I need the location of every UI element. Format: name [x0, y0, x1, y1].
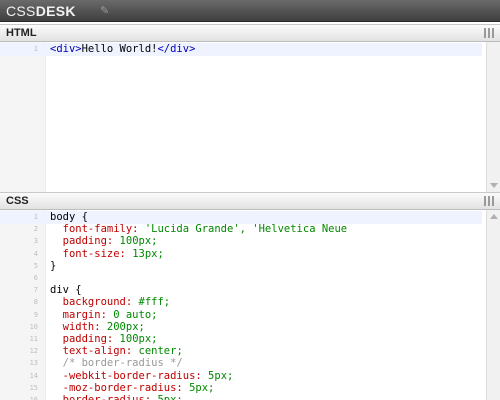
code-token: /* border-radius */ — [50, 357, 183, 370]
code-text: margin: 0 auto; — [50, 308, 158, 322]
code-line[interactable]: 9 margin: 0 auto; — [0, 309, 482, 322]
line-number: 16 — [29, 396, 38, 400]
brand-desk-text: DESK — [35, 3, 76, 19]
code-line[interactable]: 1 <div>Hello World!</div> — [0, 43, 482, 56]
code-token: Hello World! — [81, 43, 158, 55]
code-token: font-family: — [50, 223, 145, 236]
line-number: 2 — [33, 225, 38, 234]
code-token: 200px; — [106, 320, 145, 333]
code-line[interactable]: 12 text-align: center; — [0, 345, 482, 358]
code-line[interactable]: 5} — [0, 260, 482, 273]
code-token: border-radius: — [50, 394, 158, 400]
line-number: 1 — [33, 45, 38, 53]
code-text: font-size: 13px; — [50, 248, 164, 261]
line-number: 15 — [29, 383, 38, 392]
line-number: 3 — [33, 237, 38, 246]
code-token: padding: — [50, 333, 120, 345]
code-text: background: #fff; — [50, 296, 170, 309]
code-text: font-family: 'Lucida Grande', 'Helvetica… — [50, 223, 347, 236]
code-line[interactable]: 7 div { — [0, 284, 482, 297]
code-token: 100px; — [119, 333, 158, 345]
line-number: 7 — [33, 286, 38, 295]
code-token: 'Lucida Grande', 'Helvetica Neue — [144, 223, 348, 236]
app-top-bar: CSSDESK ✎ — [0, 0, 500, 22]
code-token: center; — [138, 345, 183, 358]
code-text: } — [50, 260, 56, 273]
css-panel-header: CSS — [0, 192, 500, 210]
code-token: 5px; — [189, 381, 215, 394]
line-number: 12 — [29, 347, 38, 356]
code-text: body { — [50, 211, 88, 224]
pencil-icon: ✎ — [100, 4, 110, 17]
code-token: width: — [50, 320, 107, 333]
code-text: div { — [50, 284, 82, 297]
line-number: 4 — [33, 249, 38, 258]
code-line[interactable]: 2 font-family: 'Lucida Grande', 'Helveti… — [0, 223, 482, 236]
panel-resize-grip-icon[interactable] — [484, 196, 494, 206]
code-line[interactable]: 8 background: #fff; — [0, 296, 482, 309]
code-line[interactable]: 13 /* border-radius */ — [0, 357, 482, 370]
css-editor[interactable]: 1 body {2 font-family: 'Lucida Grande', '… — [0, 210, 500, 400]
code-token: body { — [50, 211, 88, 223]
line-number: 13 — [29, 359, 38, 368]
code-token: -webkit-border-radius: — [50, 369, 209, 382]
code-token: </div> — [157, 43, 196, 55]
code-line[interactable]: 1 body { — [0, 211, 482, 224]
code-text: border-radius: 5px; — [50, 394, 183, 400]
line-number: 14 — [29, 371, 38, 380]
css-panel-title: CSS — [6, 195, 29, 207]
code-text: padding: 100px; — [50, 333, 158, 346]
scroll-up-arrow-icon[interactable] — [490, 214, 498, 219]
code-line[interactable]: 16 border-radius: 5px; — [0, 394, 482, 400]
line-number: 5 — [33, 261, 38, 270]
code-token: background: — [50, 296, 139, 309]
css-editor-scrollbar[interactable] — [486, 210, 500, 400]
code-token: text-align: — [50, 345, 139, 358]
code-text: -webkit-border-radius: 5px; — [50, 369, 234, 383]
code-token: #fff; — [138, 296, 171, 309]
code-line[interactable]: 4 font-size: 13px; — [0, 248, 482, 261]
code-line[interactable]: 14 -webkit-border-radius: 5px; — [0, 370, 482, 383]
code-text: -moz-border-radius: 5px; — [50, 381, 215, 395]
code-token: } — [50, 259, 57, 272]
code-text: <div>Hello World!</div> — [50, 43, 195, 56]
brand-css-text: CSS — [6, 3, 36, 19]
code-text: width: 200px; — [50, 321, 145, 334]
code-token: margin: — [50, 308, 114, 321]
scroll-down-arrow-icon[interactable] — [490, 183, 498, 188]
html-editor[interactable]: 1 <div>Hello World!</div> — [0, 42, 500, 192]
code-token: div { — [50, 284, 82, 297]
code-token: <div> — [50, 43, 82, 55]
code-text: /* border-radius */ — [50, 357, 183, 370]
code-text: padding: 100px; — [50, 235, 158, 248]
html-editor-scrollbar[interactable] — [486, 42, 500, 192]
line-number-gutter — [0, 42, 46, 192]
code-token: font-size: — [50, 247, 133, 260]
code-line[interactable]: 10 width: 200px; — [0, 321, 482, 334]
line-number: 10 — [29, 322, 38, 331]
panel-resize-grip-icon[interactable] — [484, 28, 494, 38]
code-token: 13px; — [132, 247, 164, 260]
code-line[interactable]: 3 padding: 100px; — [0, 235, 482, 248]
app-logo[interactable]: CSSDESK — [6, 3, 76, 19]
code-token: 5px; — [208, 369, 234, 382]
code-token: 100px; — [119, 235, 158, 248]
html-panel-title: HTML — [6, 27, 37, 39]
code-line[interactable]: 6 — [0, 272, 482, 285]
line-number: 6 — [33, 274, 38, 282]
code-text: text-align: center; — [50, 345, 183, 358]
code-token: 5px; — [157, 394, 183, 400]
code-token: -moz-border-radius: — [50, 381, 190, 394]
line-number: 9 — [33, 310, 38, 319]
line-number: 1 — [33, 213, 38, 221]
code-line[interactable]: 11 padding: 100px; — [0, 333, 482, 346]
code-token: padding: — [50, 235, 120, 248]
line-number: 8 — [33, 298, 38, 307]
code-line[interactable]: 15 -moz-border-radius: 5px; — [0, 382, 482, 395]
html-panel-header: HTML — [0, 24, 500, 42]
line-number: 11 — [29, 335, 38, 343]
code-token: 0 auto; — [113, 308, 158, 321]
